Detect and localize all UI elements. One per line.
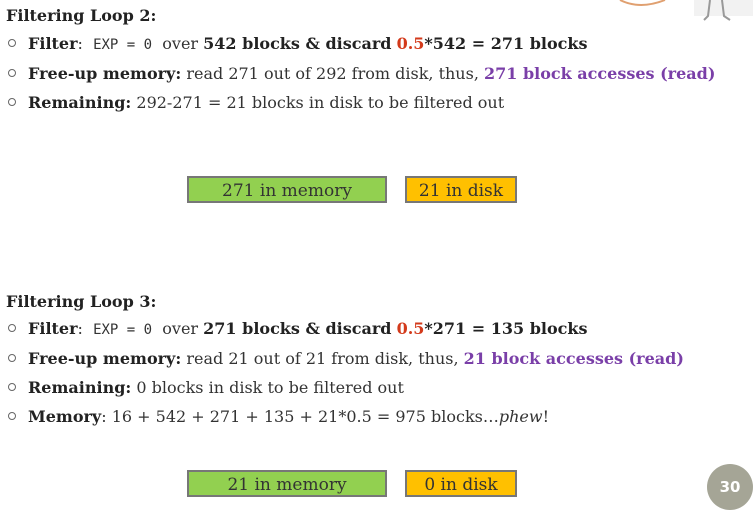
filter-label: Filter (28, 34, 78, 53)
bullet-icon (8, 68, 16, 77)
loop2-memory-box: 271 in memory (187, 176, 387, 203)
loop3-memory-box: 21 in memory (187, 470, 387, 497)
decorative-figure-icon (610, 0, 753, 22)
page-number: 30 (707, 464, 753, 510)
loop2-remaining-item: Remaining: 292-271 = 21 blocks in disk t… (8, 93, 504, 112)
bullet-icon (8, 38, 16, 47)
loop2-heading: Filtering Loop 2: (6, 6, 157, 25)
loop3-memory-item: Memory: 16 + 542 + 271 + 135 + 21*0.5 = … (8, 407, 549, 426)
loop3-remaining-item: Remaining: 0 blocks in disk to be filter… (8, 378, 404, 397)
bullet-icon (8, 97, 16, 106)
loop3-filter-item: Filter: EXP = 0 over 271 blocks & discar… (8, 319, 587, 338)
bullet-icon (8, 323, 16, 332)
loop3-heading: Filtering Loop 3: (6, 292, 157, 311)
filter-code: EXP = 0 (93, 37, 153, 53)
loop2-filter-item: Filter: EXP = 0 over 542 blocks & discar… (8, 34, 587, 53)
loop3-freeup-item: Free-up memory: read 21 out of 21 from d… (8, 349, 684, 368)
bullet-icon (8, 382, 16, 391)
bullet-icon (8, 353, 16, 362)
loop2-disk-box: 21 in disk (405, 176, 517, 203)
loop2-freeup-item: Free-up memory: read 271 out of 292 from… (8, 64, 715, 83)
bullet-icon (8, 411, 16, 420)
loop3-disk-box: 0 in disk (405, 470, 517, 497)
filter-code: EXP = 0 (93, 322, 153, 338)
